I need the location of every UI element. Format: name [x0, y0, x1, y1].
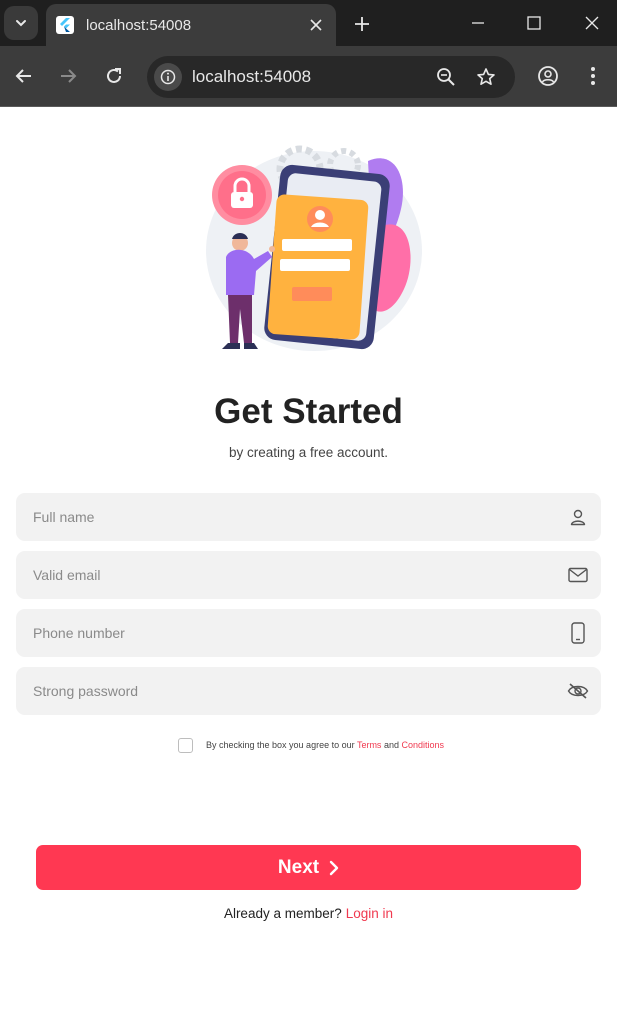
forward-button[interactable] [53, 61, 83, 91]
info-icon [160, 69, 176, 85]
login-prompt: Already a member? Login in [0, 906, 617, 921]
next-button[interactable]: Next [36, 845, 581, 890]
terms-and: and [383, 740, 399, 750]
page-subtitle: by creating a free account. [228, 445, 389, 460]
signup-page: Get Started by creating a free account. … [0, 107, 617, 1019]
password-field[interactable] [16, 667, 601, 715]
conditions-link[interactable]: Conditions [402, 740, 445, 750]
browser-tab[interactable]: localhost:54008 [46, 4, 336, 46]
reload-button[interactable] [99, 61, 129, 91]
zoom-out-icon [437, 68, 455, 86]
terms-checkbox[interactable] [178, 737, 193, 753]
phone-icon [567, 622, 589, 644]
account-circle-icon [538, 66, 558, 86]
email-input[interactable] [16, 551, 601, 599]
browser-menu-button[interactable] [578, 61, 608, 91]
page-title: Get Started [214, 392, 403, 431]
terms-agreement: By checking the box you agree to our Ter… [178, 737, 444, 753]
browser-toolbar: localhost:54008 [0, 46, 617, 106]
phone-field[interactable] [16, 609, 601, 657]
maximize-icon [527, 16, 541, 30]
profile-button[interactable] [533, 61, 563, 91]
new-tab-button[interactable] [348, 10, 376, 38]
back-button[interactable] [9, 61, 39, 91]
secure-login-illustration [206, 145, 422, 351]
phone-input[interactable] [16, 609, 601, 657]
minimize-button[interactable] [458, 8, 498, 38]
url-text[interactable]: localhost:54008 [192, 67, 311, 87]
email-field[interactable] [16, 551, 601, 599]
full-name-input[interactable] [16, 493, 601, 541]
member-text: Already a member? [223, 906, 342, 921]
plus-icon [355, 17, 369, 31]
browser-tab-bar: localhost:54008 [0, 0, 617, 46]
site-info-button[interactable] [154, 63, 182, 91]
terms-text: By checking the box you agree to our Ter… [206, 740, 444, 750]
password-input[interactable] [16, 667, 601, 715]
chevron-down-icon [16, 20, 26, 27]
close-icon [585, 16, 599, 30]
arrow-right-icon [61, 69, 77, 83]
reload-icon [107, 68, 121, 83]
login-link[interactable]: Login in [346, 906, 393, 921]
maximize-button[interactable] [514, 8, 554, 38]
tab-search-button[interactable] [4, 6, 38, 40]
tab-title: localhost:54008 [86, 16, 192, 34]
address-bar[interactable]: localhost:54008 [147, 56, 515, 98]
full-name-field[interactable] [16, 493, 601, 541]
more-vertical-icon [591, 67, 595, 85]
eye-off-icon[interactable] [567, 680, 589, 702]
tab-close-button[interactable] [304, 13, 328, 37]
zoom-button[interactable] [434, 65, 458, 89]
chevron-right-icon [329, 860, 339, 876]
arrow-left-icon [15, 69, 31, 83]
mail-icon [567, 564, 589, 586]
flutter-favicon-icon [56, 16, 74, 34]
next-label: Next [277, 856, 320, 878]
close-icon [310, 19, 322, 31]
user-icon [567, 506, 589, 528]
terms-prefix: By checking the box you agree to our [206, 740, 355, 750]
bookmark-button[interactable] [474, 65, 498, 89]
window-close-button[interactable] [572, 8, 612, 38]
minimize-icon [472, 22, 484, 24]
terms-link[interactable]: Terms [357, 740, 382, 750]
star-icon [477, 68, 495, 85]
